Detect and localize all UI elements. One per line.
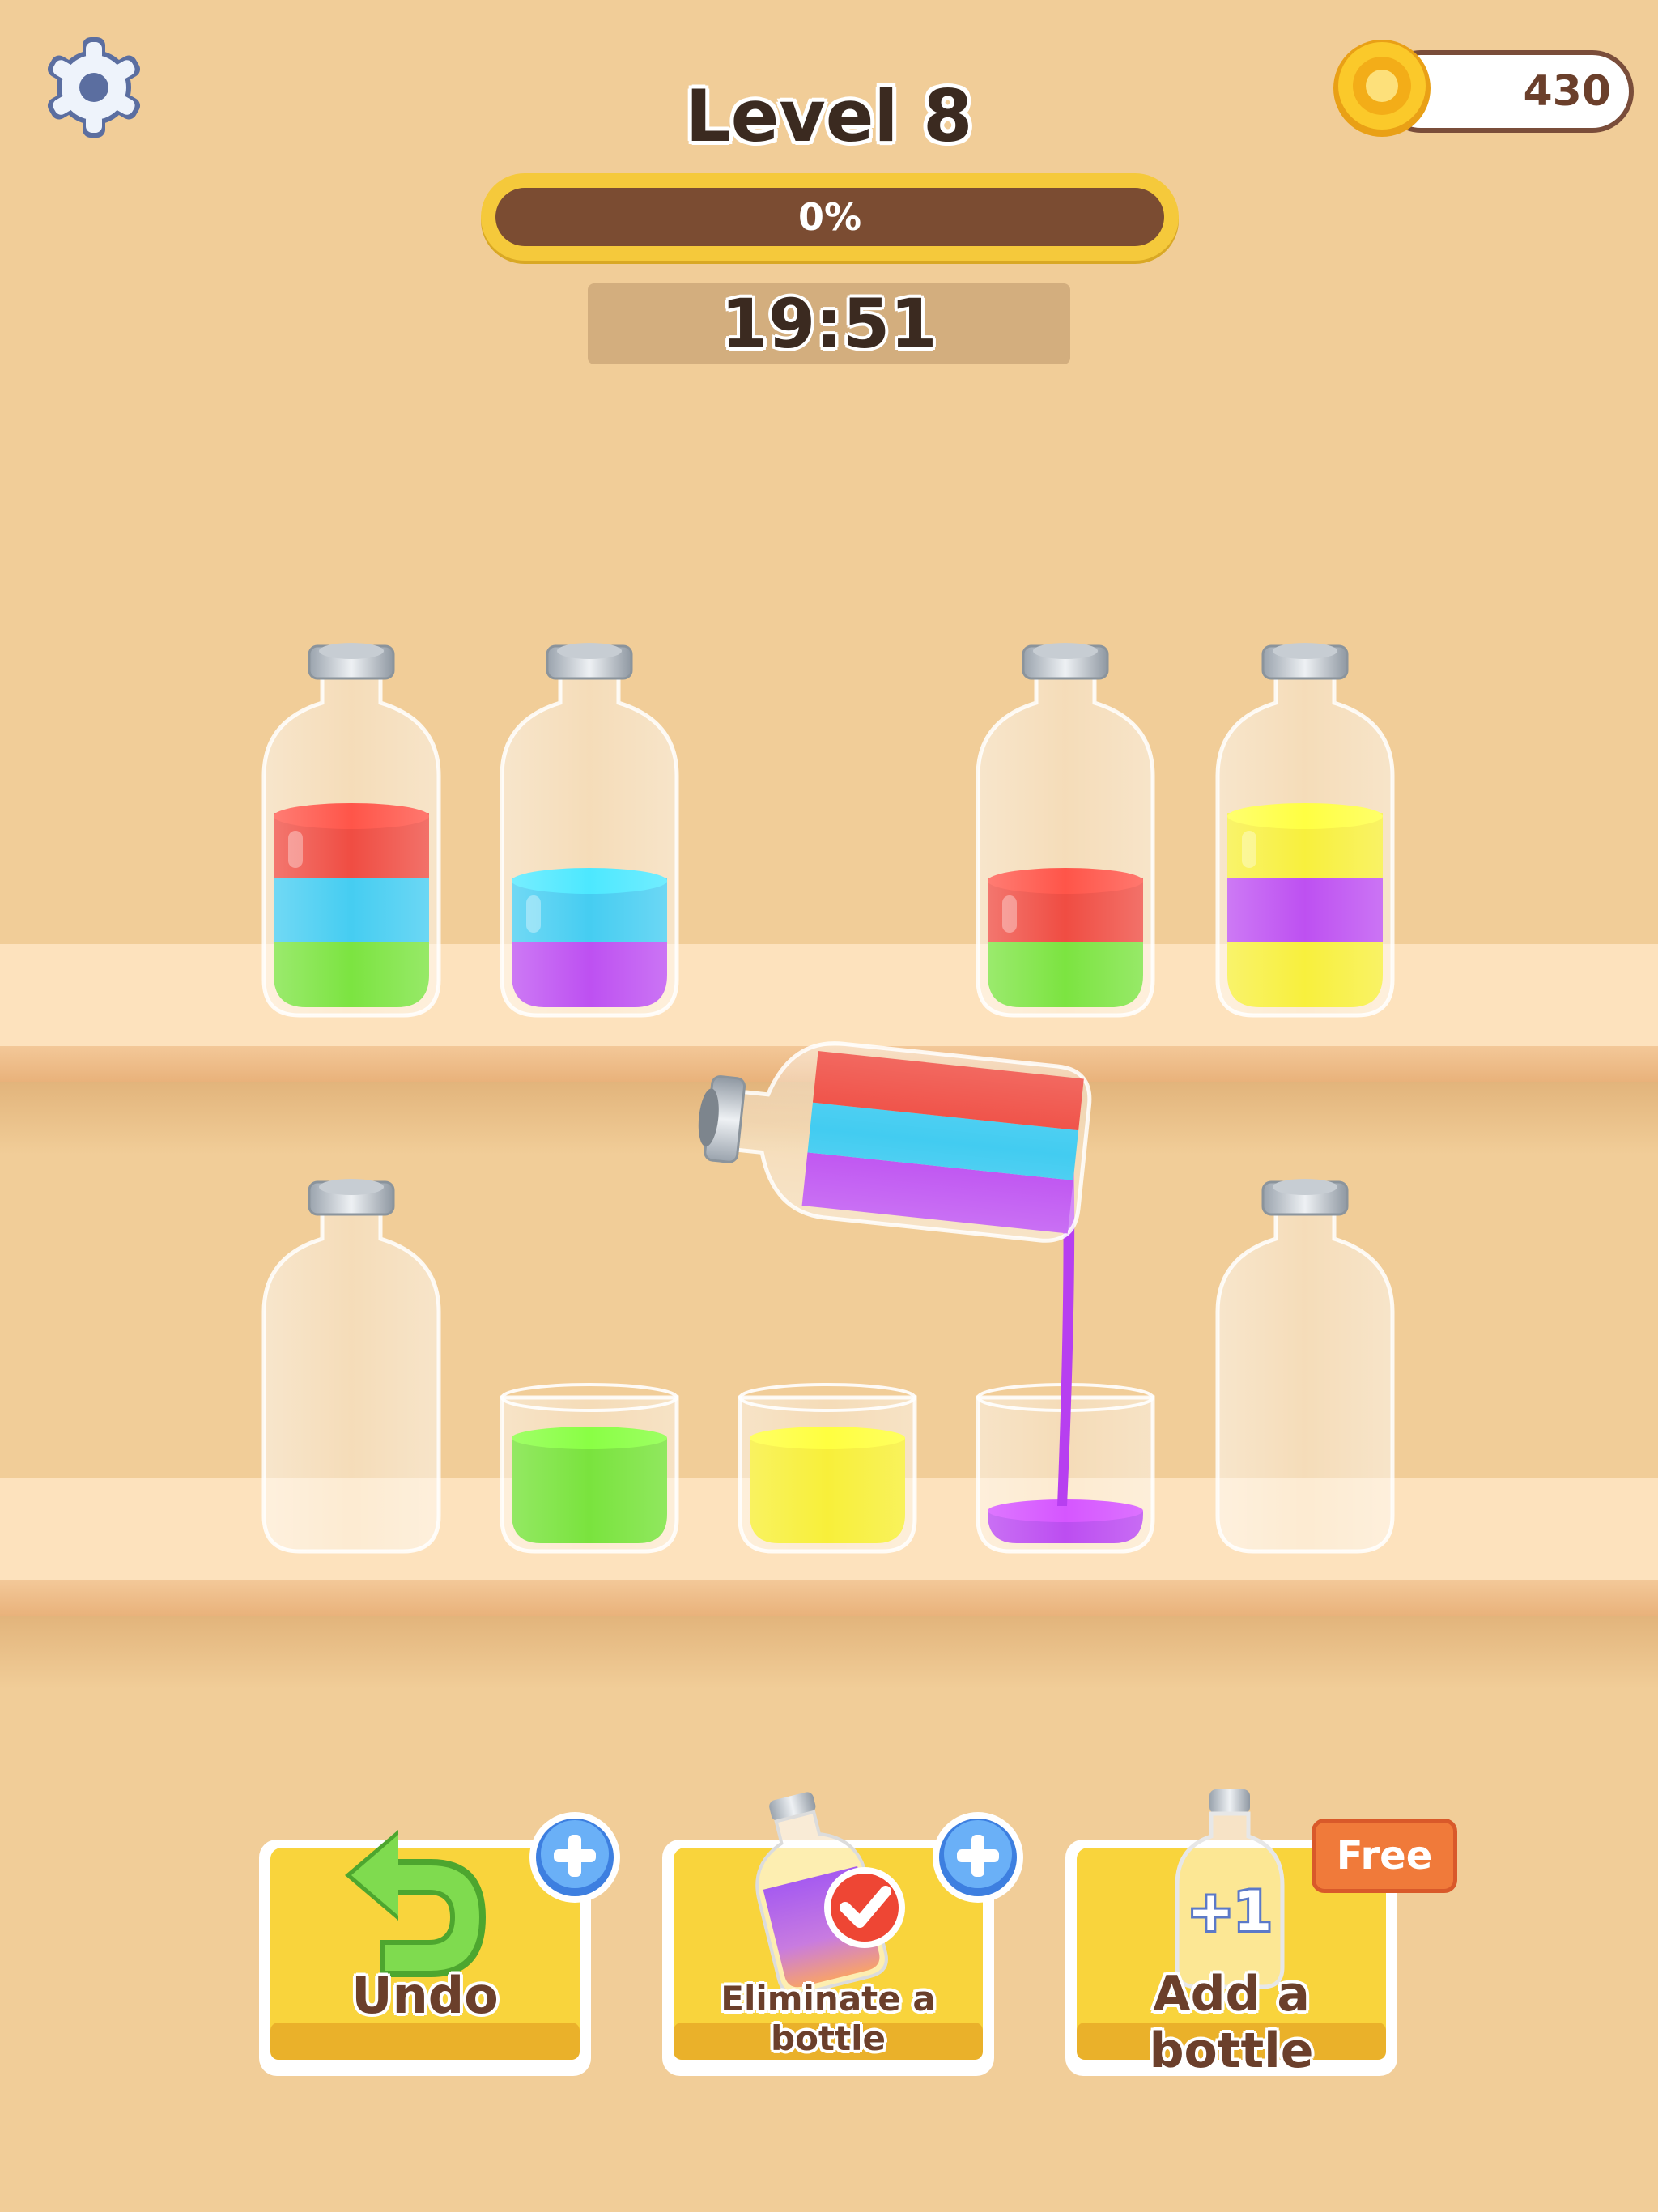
undo-arrow-icon [345,1830,486,1977]
bottle-plus-one-icon: +1 [1175,1789,1285,1989]
level-progress-bar: 0% [481,173,1179,261]
coin-amount: 430 [1523,67,1611,116]
eliminate-label: Eliminate a bottle [721,1979,936,2058]
timer-text: 19:51 [721,284,937,364]
plus-icon [529,1812,620,1903]
add-bottle-label: Add a bottle [1149,1966,1314,2079]
coin-icon [1331,37,1433,139]
pouring-bottle[interactable] [690,1030,1093,1244]
top-bottle-2[interactable] [500,643,679,1018]
bottom-cup-2[interactable] [500,1383,679,1554]
undo-label: Undo [351,1966,499,2025]
add-bottle-icon-text: +1 [1188,1880,1272,1944]
undo-plus-button[interactable] [528,1810,622,1904]
bottom-bottle-1[interactable] [261,1179,441,1554]
top-bottle-5[interactable] [1215,643,1395,1018]
bottom-shelf-shadow [0,1616,1658,1689]
progress-label: 0% [797,195,862,239]
top-bottle-1[interactable] [261,643,441,1018]
progress-track: 0% [495,188,1164,246]
game-board [261,643,1395,1554]
plus-icon [933,1812,1023,1903]
eliminate-plus-button[interactable] [931,1810,1025,1904]
bottom-bottle-5[interactable] [1215,1179,1395,1554]
top-bottle-4[interactable] [976,643,1155,1018]
timer: 19:51 [588,283,1070,364]
potion-check-icon [755,1792,905,1996]
bottom-cup-3[interactable] [738,1383,917,1554]
free-badge: Free [1312,1819,1457,1893]
